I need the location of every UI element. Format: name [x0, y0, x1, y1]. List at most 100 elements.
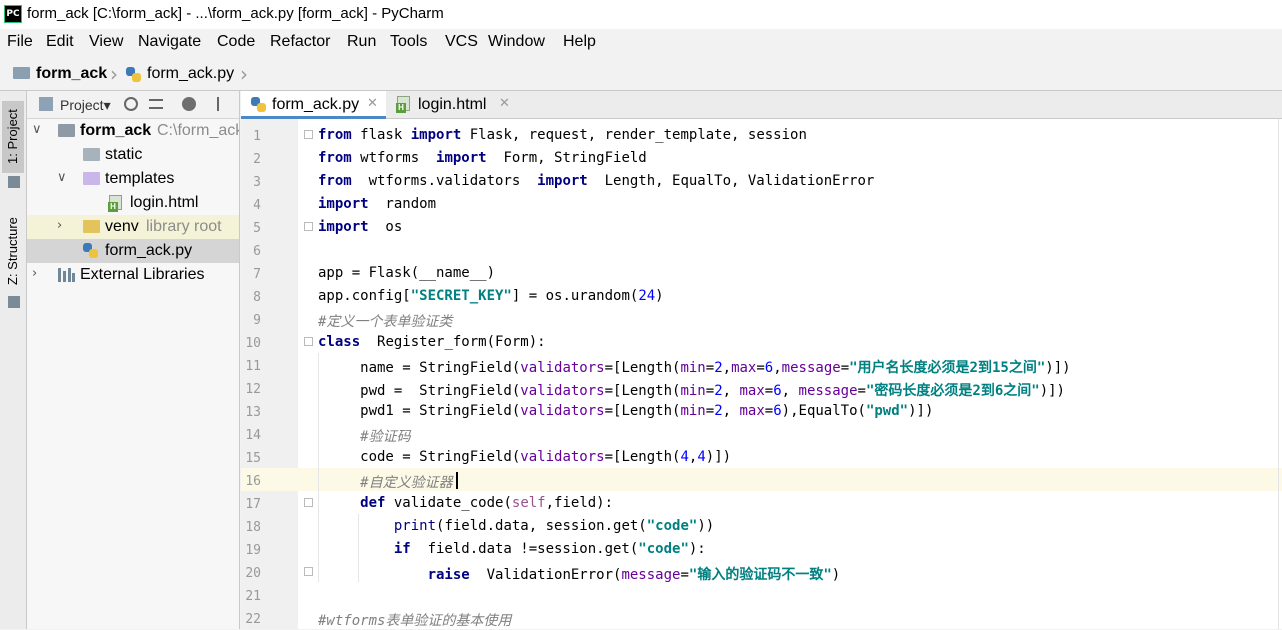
code-token: = — [705, 383, 715, 399]
code-line[interactable]: app.config["SECRET_KEY"] = os.urandom(24… — [318, 288, 664, 304]
tree-item-login-html[interactable]: H login.html — [27, 191, 239, 215]
chevron-down-icon[interactable]: ∨ — [32, 122, 42, 137]
chevron-down-icon[interactable]: ∨ — [57, 170, 67, 185]
code-token: #wtforms表单验证的基本使用 — [318, 613, 512, 629]
line-number: 7 — [253, 267, 261, 282]
code-line[interactable]: code = StringField(validators=[Length(4,… — [318, 449, 731, 465]
collapse-all-icon[interactable] — [149, 99, 163, 109]
fold-marker-icon[interactable] — [304, 567, 313, 576]
breadcrumb-project[interactable]: form_ack — [36, 65, 107, 83]
code-token: max — [739, 383, 765, 399]
code-line[interactable]: from wtforms import Form, StringField — [318, 150, 647, 166]
tree-item-form-ack[interactable]: ∨ form_ack C:\form_ack — [27, 119, 240, 143]
hide-panel-icon[interactable] — [217, 97, 231, 111]
tree-label: login.html — [130, 194, 199, 211]
code-token: import — [318, 196, 369, 212]
python-file-icon — [83, 243, 98, 258]
folder-icon — [58, 124, 75, 137]
code-token: #自定义验证器 — [360, 475, 453, 491]
code-token: =[Length( — [604, 403, 681, 419]
project-tool-icon — [8, 176, 20, 188]
tree-label: venv — [105, 218, 139, 235]
code-token: ): — [688, 541, 706, 557]
tab-form-ack-py[interactable]: form_ack.py ✕ — [241, 91, 386, 119]
tree-item-external-libraries[interactable]: › External Libraries — [27, 263, 239, 287]
code-token: random — [368, 196, 437, 212]
code-line[interactable]: raise ValidationError(message="输入的验证码不一致… — [318, 564, 841, 584]
code-line[interactable]: from flask import Flask, request, render… — [318, 127, 807, 143]
title-bar: PC form_ack [C:\form_ack] - ...\form_ack… — [0, 0, 1282, 29]
code-token: code = StringField( — [318, 449, 521, 465]
code-line[interactable]: #wtforms表单验证的基本使用 — [318, 610, 511, 630]
fold-marker-icon[interactable] — [304, 130, 313, 139]
locate-file-icon[interactable] — [124, 97, 138, 111]
code-line[interactable]: pwd = StringField(validators=[Length(min… — [318, 380, 1065, 400]
code-line[interactable]: import os — [318, 219, 402, 235]
menu-edit[interactable]: Edit — [46, 33, 74, 51]
code-token: pwd1 = StringField( — [318, 403, 521, 419]
code-line[interactable]: pwd1 = StringField(validators=[Length(mi… — [318, 403, 933, 419]
line-number: 12 — [245, 382, 261, 397]
code-token: , — [722, 403, 740, 419]
project-view-dropdown[interactable]: Project▾ — [60, 97, 111, 114]
code-token: validate_code( — [385, 495, 512, 511]
code-line[interactable]: #自定义验证器 — [318, 472, 453, 492]
code-token: 2 — [714, 403, 723, 419]
tree-item-templates[interactable]: ∨ templates — [27, 167, 239, 191]
menu-tools[interactable]: Tools — [390, 33, 427, 51]
chevron-right-icon[interactable]: › — [57, 218, 62, 233]
code-line[interactable]: #定义一个表单验证类 — [318, 311, 452, 331]
code-token: name = StringField( — [318, 360, 521, 376]
code-token: = — [756, 360, 765, 376]
breadcrumb-file[interactable]: form_ack.py — [147, 65, 234, 83]
menu-vcs[interactable]: VCS — [445, 33, 478, 51]
libraries-icon — [58, 268, 75, 282]
fold-marker-icon[interactable] — [304, 337, 313, 346]
code-line[interactable]: print(field.data, session.get("code")) — [318, 518, 714, 534]
code-token: validators — [520, 403, 605, 419]
menu-run[interactable]: Run — [347, 33, 376, 51]
menu-navigate[interactable]: Navigate — [138, 33, 201, 51]
tab-login-html[interactable]: H login.html ✕ — [386, 91, 518, 119]
chevron-right-icon[interactable]: › — [32, 266, 37, 281]
code-line[interactable]: name = StringField(validators=[Length(mi… — [318, 357, 1070, 377]
line-number: 11 — [245, 359, 261, 374]
code-line[interactable]: app = Flask(__name__) — [318, 265, 495, 281]
menu-file[interactable]: File — [7, 33, 33, 51]
code-line[interactable]: from wtforms.validators import Length, E… — [318, 173, 874, 189]
code-line[interactable]: #验证码 — [318, 426, 410, 446]
code-token: #定义一个表单验证类 — [318, 314, 453, 330]
code-token: def — [360, 495, 386, 511]
code-token: "密码长度必须是2到6之间" — [865, 383, 1040, 399]
menu-help[interactable]: Help — [563, 33, 596, 51]
project-panel: Project▾ ∨ form_ack C:\form_ack static ∨… — [27, 91, 240, 629]
code-token: min — [680, 360, 706, 376]
code-token: "code" — [646, 518, 698, 534]
close-icon[interactable]: ✕ — [499, 96, 510, 111]
tree-item-form-ack-py[interactable]: form_ack.py — [27, 239, 239, 263]
line-number: 3 — [253, 175, 261, 190]
menu-refactor[interactable]: Refactor — [270, 33, 330, 51]
fold-marker-icon[interactable] — [304, 222, 313, 231]
project-tool-tab[interactable]: 1: Project — [2, 101, 24, 173]
line-number: 18 — [245, 520, 261, 535]
code-line[interactable]: if field.data !=session.get("code"): — [318, 541, 706, 557]
tree-path: C:\form_ack — [157, 122, 240, 139]
code-line[interactable]: class Register_form(Form): — [318, 334, 546, 350]
menu-bar: File Edit View Navigate Code Refactor Ru… — [0, 29, 1282, 57]
fold-marker-icon[interactable] — [304, 498, 313, 507]
menu-window[interactable]: Window — [488, 33, 545, 51]
tree-item-static[interactable]: static — [27, 143, 239, 167]
gear-icon[interactable] — [182, 97, 196, 111]
menu-view[interactable]: View — [89, 33, 123, 51]
template-folder-icon — [83, 172, 100, 185]
close-icon[interactable]: ✕ — [367, 96, 378, 111]
structure-tool-tab[interactable]: Z: Structure — [2, 209, 24, 293]
project-panel-header: Project▾ — [27, 91, 239, 119]
code-line[interactable]: def validate_code(self,field): — [318, 495, 613, 511]
code-token: validators — [520, 449, 605, 465]
menu-code[interactable]: Code — [217, 33, 255, 51]
code-line[interactable]: import random — [318, 196, 436, 212]
tree-item-venv[interactable]: › venv library root — [27, 215, 239, 239]
